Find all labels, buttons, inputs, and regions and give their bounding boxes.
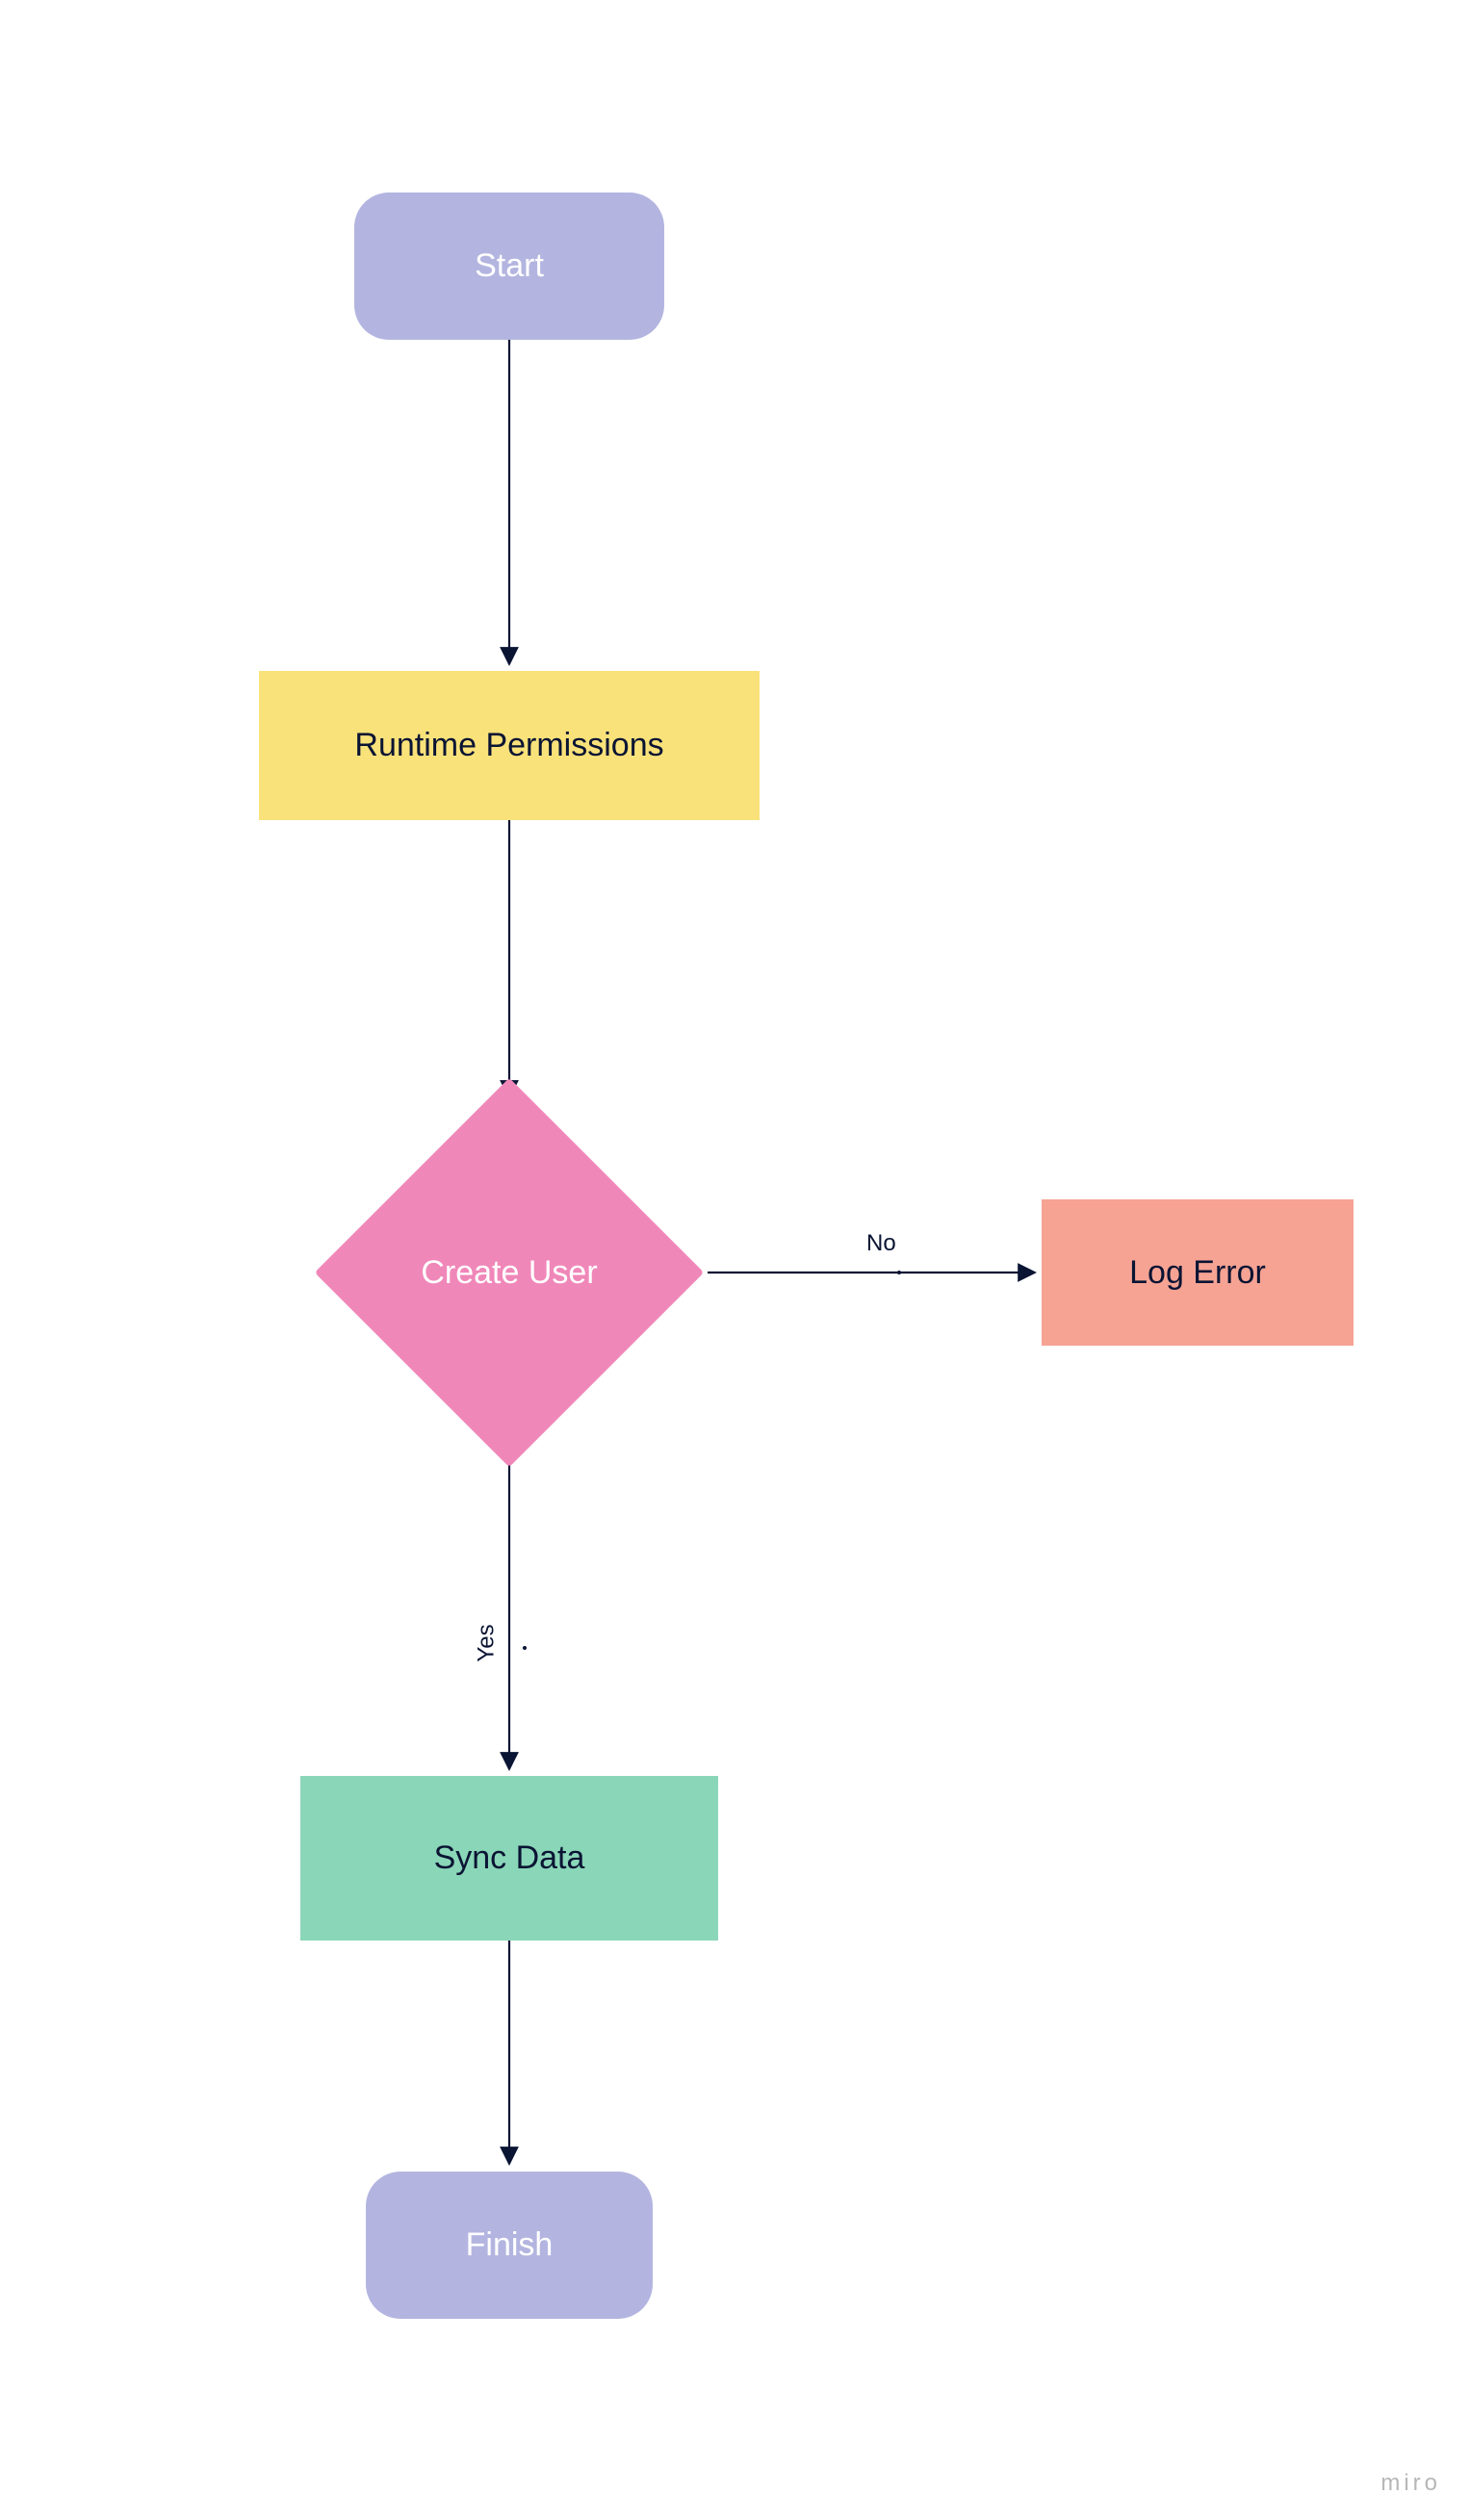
create-user-label: Create User [421, 1254, 597, 1292]
start-node[interactable]: Start [354, 193, 664, 340]
flowchart-canvas: Start Runtime Permissions Create User Lo… [0, 0, 1470, 2520]
edge-label-yes: Yes [474, 1624, 501, 1661]
start-label: Start [475, 247, 544, 285]
runtime-permissions-node[interactable]: Runtime Permissions [259, 671, 760, 820]
miro-watermark: miro [1380, 2470, 1441, 2497]
sync-data-label: Sync Data [434, 1839, 585, 1877]
finish-node[interactable]: Finish [366, 2172, 653, 2319]
edge-label-no: No [866, 1230, 896, 1257]
create-user-node[interactable]: Create User [372, 1135, 647, 1410]
sync-data-node[interactable]: Sync Data [300, 1776, 718, 1941]
log-error-label: Log Error [1129, 1254, 1266, 1292]
log-error-node[interactable]: Log Error [1042, 1199, 1354, 1346]
runtime-permissions-label: Runtime Permissions [354, 727, 663, 764]
finish-label: Finish [466, 2226, 554, 2264]
